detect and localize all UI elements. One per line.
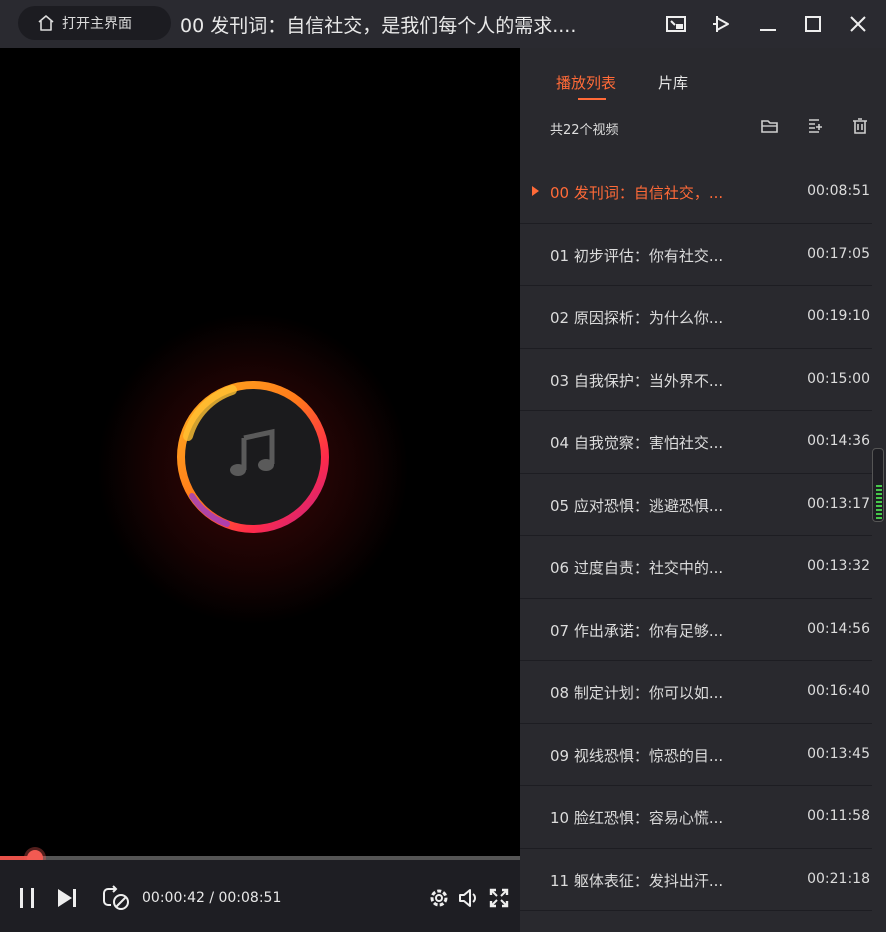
playlist-item[interactable]: 04 自我觉察：害怕社交... 00:14:36 [520,411,872,474]
item-duration: 00:14:56 [807,620,870,637]
tab-library[interactable]: 片库 [658,72,688,93]
playlist-add-icon[interactable] [806,116,826,136]
playlist-item[interactable]: 10 脸红恐惧：容易心慌... 00:11:58 [520,786,872,849]
item-title: 03 自我保护：当外界不... [550,371,724,390]
item-title: 07 作出承诺：你有足够... [550,621,724,640]
item-duration: 00:17:05 [807,245,870,262]
settings-button[interactable] [425,884,453,912]
item-title: 09 视线恐惧：惊恐的目... [550,746,724,765]
item-title: 06 过度自责：社交中的... [550,559,724,577]
pin-icon [713,16,729,32]
item-title: 02 原因探析：为什么你... [550,309,724,327]
item-title: 00 发刊词：自信社交，... [550,184,724,202]
minimize-button[interactable] [752,8,784,40]
video-count: 共22个视频 [550,123,619,138]
mini-mode-button[interactable] [660,8,692,40]
fullscreen-button[interactable] [485,884,513,912]
playlist-item[interactable]: 06 过度自责：社交中的... 00:13:32 [520,536,872,599]
playlist-item[interactable]: 01 初步评估：你有社交... 00:17:05 [520,224,872,286]
item-duration: 00:15:00 [807,370,870,387]
item-duration: 00:13:17 [807,495,870,512]
close-button[interactable] [842,8,874,40]
fullscreen-icon [489,888,509,908]
volume-button[interactable] [455,884,483,912]
music-note-icon [230,428,275,476]
item-duration: 00:19:10 [807,308,870,324]
loop-icon [103,885,129,910]
item-title: 01 初步评估：你有社交... [550,246,724,265]
control-bar: 00:00:42 / 00:08:51 [0,860,520,932]
item-title: 11 躯体表征：发抖出汗... [550,871,724,890]
playlist-item[interactable]: 00 发刊词：自信社交，... 00:08:51 [520,161,872,224]
scrollbar-grip[interactable] [876,485,882,519]
item-duration: 00:13:45 [807,745,870,762]
close-icon [850,16,866,32]
loop-mode-button[interactable] [102,884,130,912]
item-duration: 00:21:18 [807,870,870,887]
home-icon [38,15,54,31]
pause-icon [20,888,34,908]
gear-icon [430,889,448,907]
window-title: 00 发刊词：自信社交，是我们每个人的需求.... [180,15,577,37]
item-duration: 00:14:36 [807,433,870,449]
item-duration: 00:08:51 [807,183,870,199]
open-folder-icon[interactable] [760,116,780,136]
playlist-item[interactable]: 03 自我保护：当外界不... 00:15:00 [520,349,872,411]
maximize-icon [805,16,821,32]
active-tab-indicator [578,98,606,100]
tab-playlist[interactable]: 播放列表 [556,72,616,93]
title-bar: 打开主界面 00 发刊词：自信社交，是我们每个人的需求.... [0,0,886,48]
item-duration: 00:13:32 [807,558,870,574]
trash-icon[interactable] [850,116,870,136]
playlist-item[interactable]: 07 作出承诺：你有足够... 00:14:56 [520,599,872,661]
mini-window-icon [666,16,686,32]
pause-button[interactable] [13,884,41,912]
item-title: 05 应对恐惧：逃避恐惧... [550,496,724,515]
item-title: 04 自我觉察：害怕社交... [550,434,724,452]
item-duration: 00:11:58 [807,808,870,824]
playlist-scrollbar[interactable] [872,448,884,522]
playlist-item[interactable]: 02 原因探析：为什么你... 00:19:10 [520,286,872,349]
next-icon [58,889,76,907]
video-area[interactable] [0,48,520,860]
item-title: 10 脸红恐惧：容易心慌... [550,809,724,827]
playlist-item[interactable]: 11 躯体表征：发抖出汗... 00:21:18 [520,849,872,911]
pin-button[interactable] [706,8,738,40]
time-display: 00:00:42 / 00:08:51 [142,890,282,906]
item-duration: 00:16:40 [807,683,870,699]
playlist: 00 发刊词：自信社交，... 00:08:51 01 初步评估：你有社交...… [520,161,872,911]
minimize-icon [760,29,776,31]
playlist-item[interactable]: 08 制定计划：你可以如... 00:16:40 [520,661,872,724]
playlist-item[interactable]: 09 视线恐惧：惊恐的目... 00:13:45 [520,724,872,786]
now-playing-arrow-icon [532,186,539,196]
home-button-label: 打开主界面 [62,16,132,32]
playlist-item[interactable]: 05 应对恐惧：逃避恐惧... 00:13:17 [520,474,872,536]
next-button[interactable] [53,884,81,912]
playlist-panel: 播放列表 片库 共22个视频 00 发刊词：自信社交，... 00:08:51 … [520,48,886,932]
maximize-button[interactable] [797,8,829,40]
item-title: 08 制定计划：你可以如... [550,684,724,702]
volume-icon [459,889,476,907]
open-home-button[interactable]: 打开主界面 [18,6,171,40]
